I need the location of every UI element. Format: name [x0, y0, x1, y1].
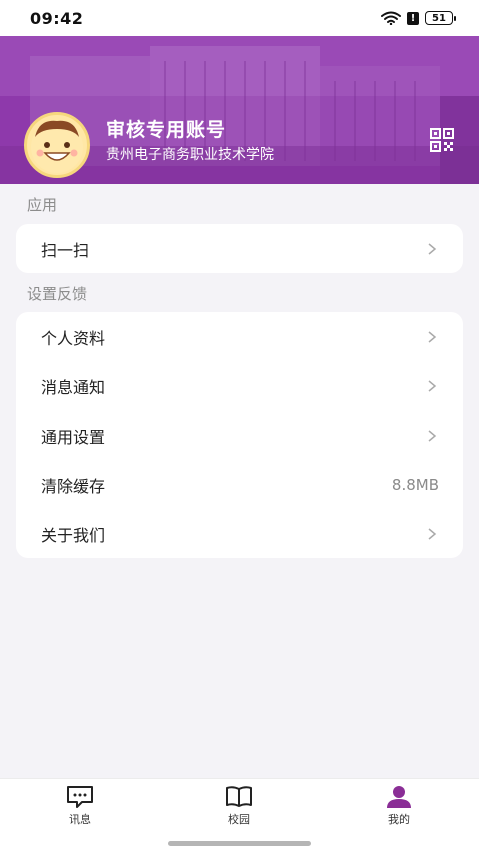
section-title-settings: 设置反馈 [27, 285, 88, 303]
person-icon [387, 786, 411, 808]
tab-mine[interactable]: 我的 [359, 785, 439, 827]
tab-label: 我的 [388, 813, 410, 826]
profile-header: 审核专用账号 贵州电子商务职业技术学院 [0, 36, 479, 184]
chevron-right-icon [428, 330, 437, 343]
message-icon [67, 786, 93, 808]
menu-item-label: 消息通知 [41, 377, 106, 397]
chevron-right-icon [428, 429, 437, 442]
user-name: 审核专用账号 [106, 119, 227, 141]
alert-icon: ! [407, 11, 419, 25]
qr-code-icon[interactable] [430, 128, 454, 152]
chevron-right-icon [428, 379, 437, 392]
tab-label: 校园 [228, 813, 250, 826]
status-icons: ! 51 [381, 11, 456, 25]
menu-item-general-settings[interactable]: 通用设置 [16, 411, 463, 460]
chevron-right-icon [428, 527, 437, 540]
cache-size-value: 8.8MB [391, 475, 439, 494]
menu-item-label: 清除缓存 [41, 476, 106, 496]
user-school: 贵州电子商务职业技术学院 [106, 147, 274, 163]
menu-item-clear-cache[interactable]: 清除缓存 8.8MB [16, 460, 463, 509]
wifi-icon [381, 11, 401, 25]
smiley-face-icon [31, 120, 83, 173]
menu-item-scan[interactable]: 扫一扫 [16, 224, 463, 273]
tab-campus[interactable]: 校园 [199, 785, 279, 827]
avatar[interactable] [24, 112, 90, 178]
chevron-right-icon [428, 242, 437, 255]
battery-icon: 51 [425, 11, 456, 25]
tab-label: 讯息 [69, 813, 91, 826]
menu-item-label: 个人资料 [41, 328, 106, 348]
home-indicator[interactable] [168, 841, 311, 846]
tab-messages[interactable]: 讯息 [40, 785, 120, 827]
menu-item-profile[interactable]: 个人资料 [16, 312, 463, 361]
menu-item-about-us[interactable]: 关于我们 [16, 509, 463, 558]
settings-card: 个人资料 消息通知 通用设置 清除缓存 8.8MB 关于我们 [16, 312, 463, 558]
menu-item-label: 扫一扫 [41, 240, 90, 260]
menu-item-notifications[interactable]: 消息通知 [16, 361, 463, 410]
book-icon [226, 786, 252, 807]
apps-card: 扫一扫 [16, 224, 463, 273]
status-time: 09:42 [30, 8, 84, 28]
status-bar: 09:42 ! 51 [0, 0, 479, 36]
menu-item-label: 关于我们 [41, 525, 106, 545]
section-title-apps: 应用 [27, 196, 58, 214]
menu-item-label: 通用设置 [41, 427, 106, 447]
